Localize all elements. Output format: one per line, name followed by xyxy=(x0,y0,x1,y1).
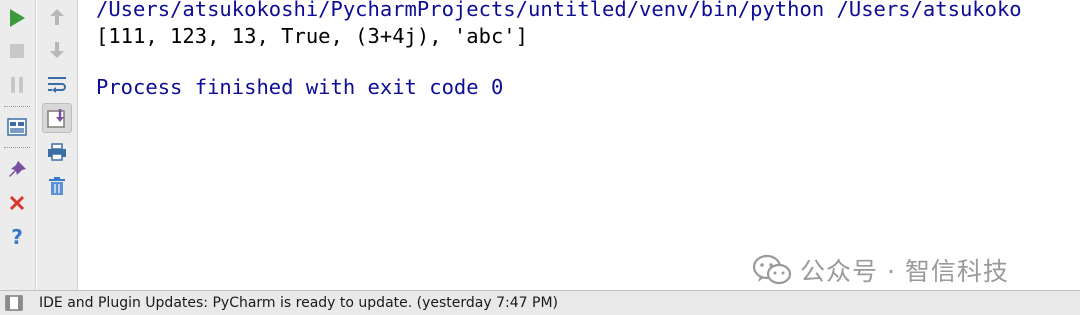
pause-button[interactable] xyxy=(4,72,30,98)
watermark-text: 公众号 · 智信科技 xyxy=(800,257,1009,286)
down-stack-frame-button[interactable] xyxy=(44,37,70,63)
up-stack-frame-button[interactable] xyxy=(44,4,70,30)
toolbar-separator xyxy=(4,106,30,107)
print-button[interactable] xyxy=(44,139,70,165)
down-stack-frame-icon xyxy=(50,42,64,58)
close-button[interactable] xyxy=(4,190,30,216)
soft-wrap-button[interactable] xyxy=(44,71,70,97)
svg-text:?: ? xyxy=(11,226,23,248)
scroll-to-end-button[interactable] xyxy=(42,103,72,133)
clear-all-button[interactable] xyxy=(44,173,70,199)
pause-icon xyxy=(11,77,23,93)
close-icon xyxy=(9,195,25,211)
program-output-line: [111, 123, 13, True, (3+4j), 'abc'] xyxy=(96,24,528,48)
toolbar-separator xyxy=(4,147,30,148)
scroll-to-end-icon xyxy=(47,109,65,128)
pin-tab-icon xyxy=(9,161,26,177)
stop-button[interactable] xyxy=(4,38,30,64)
soft-wrap-icon xyxy=(48,77,66,93)
pin-tab-button[interactable] xyxy=(4,157,30,183)
console-output[interactable]: /Users/atsukokoshi/PycharmProjects/untit… xyxy=(79,0,1080,290)
restore-layout-icon xyxy=(7,118,27,136)
rerun-button[interactable] xyxy=(4,5,30,31)
watermark: 公众号 · 智信科技 xyxy=(752,252,1009,288)
tool-window-toggle[interactable] xyxy=(5,294,25,312)
wechat-icon xyxy=(752,254,792,285)
exit-status-line: Process finished with exit code 0 xyxy=(96,75,504,99)
up-stack-frame-icon xyxy=(50,9,64,25)
help-icon: ? xyxy=(11,226,23,248)
print-icon xyxy=(48,143,66,161)
restore-layout-button[interactable] xyxy=(4,114,30,140)
tool-windows-icon xyxy=(5,295,23,311)
rerun-icon xyxy=(10,9,25,27)
status-bar: IDE and Plugin Updates: PyCharm is ready… xyxy=(0,290,1080,315)
console-toolbar xyxy=(37,0,78,290)
run-toolbar: ? xyxy=(0,0,36,290)
stop-icon xyxy=(10,44,24,58)
help-button[interactable]: ? xyxy=(4,224,30,250)
command-line: /Users/atsukokoshi/PycharmProjects/untit… xyxy=(96,0,1022,21)
clear-all-icon xyxy=(49,177,65,195)
status-message[interactable]: IDE and Plugin Updates: PyCharm is ready… xyxy=(39,295,558,311)
